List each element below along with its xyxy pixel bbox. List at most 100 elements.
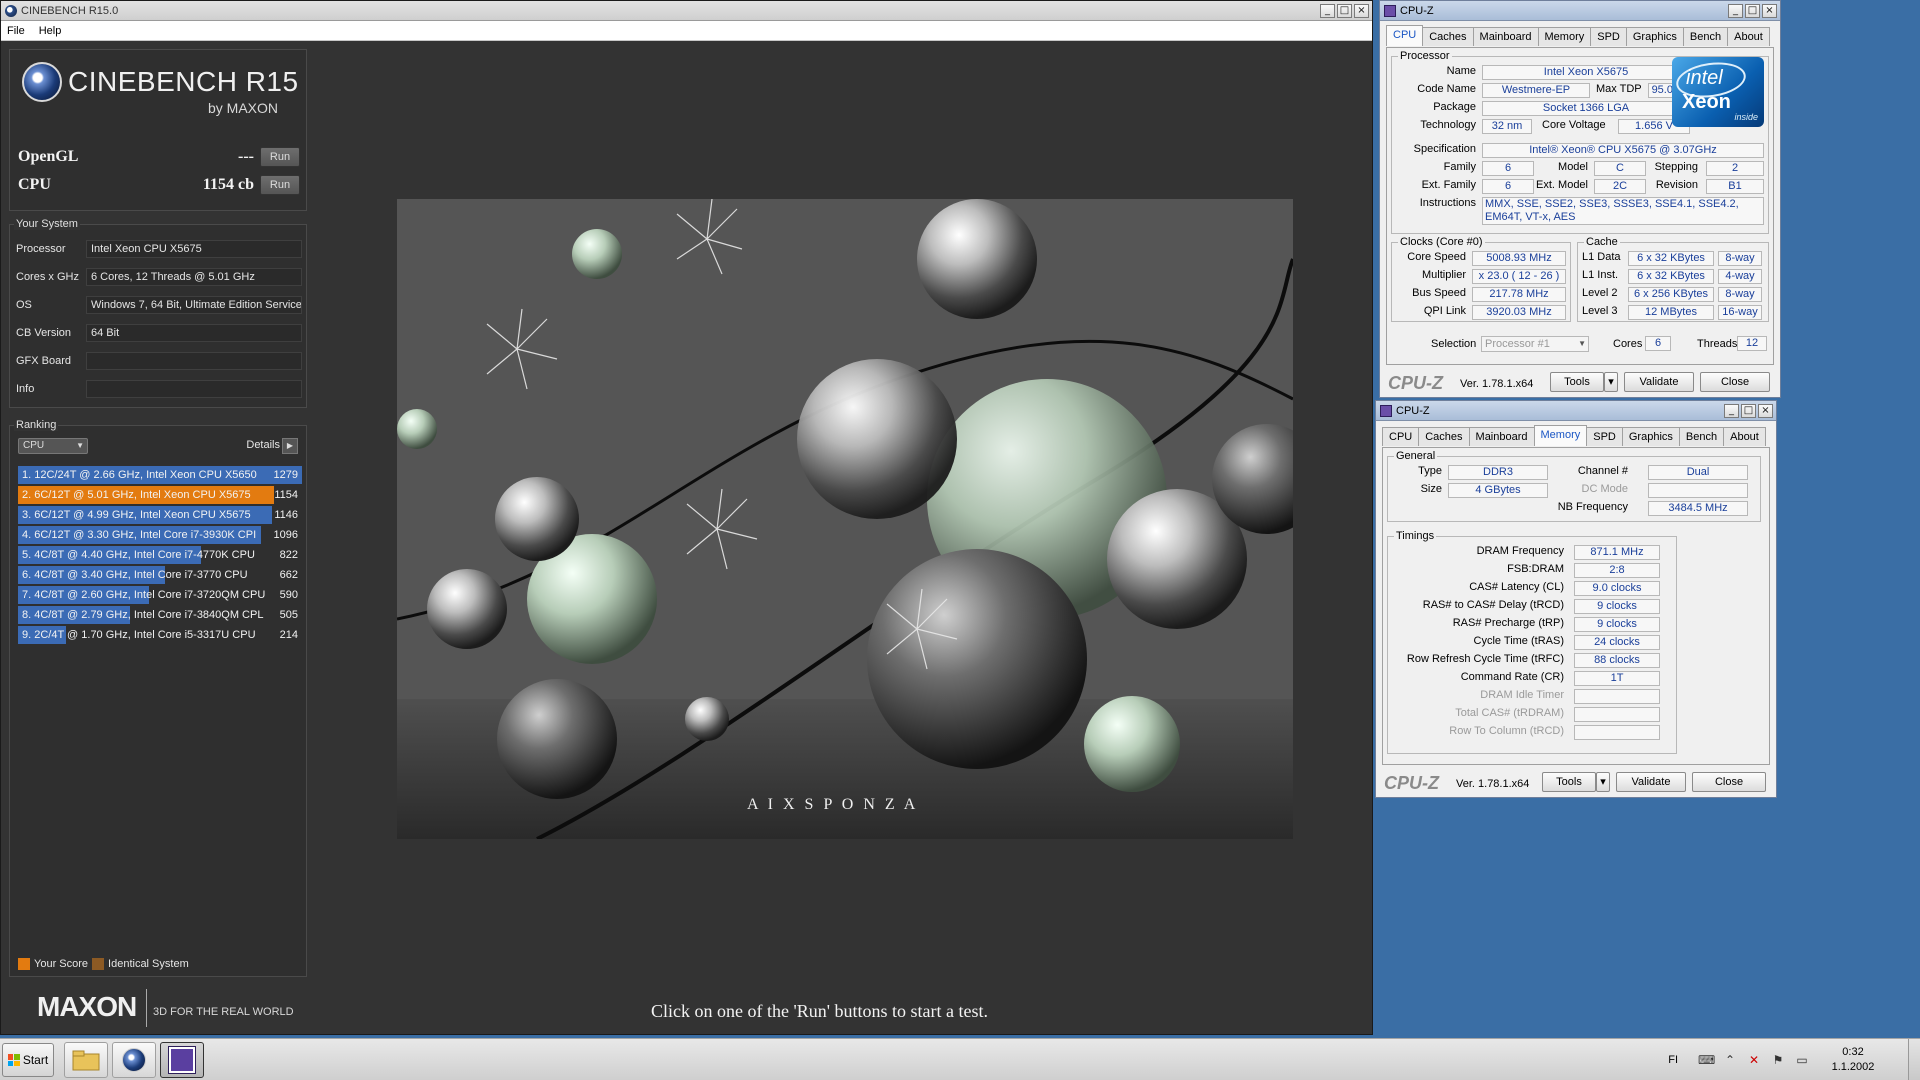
sys-value[interactable] <box>86 380 302 398</box>
run-cpu-button[interactable]: Run <box>260 175 300 195</box>
taskbar-cinebench[interactable] <box>112 1042 156 1078</box>
action-center-flag-icon[interactable]: ⚑ <box>1770 1053 1786 1067</box>
test-score: --- <box>238 148 254 165</box>
sys-row-cores: Cores x GHz 6 Cores, 12 Threads @ 5.01 G… <box>16 267 302 287</box>
type-label: Type <box>1418 465 1442 477</box>
sys-value <box>86 352 302 370</box>
minimize-button[interactable]: _ <box>1728 4 1743 18</box>
tools-button[interactable]: Tools <box>1542 772 1596 792</box>
cache-level-label: Level 2 <box>1582 287 1618 299</box>
timing-value <box>1574 725 1660 740</box>
tab-caches[interactable]: Caches <box>1418 427 1470 446</box>
network-disconnected-icon[interactable]: ✕ <box>1746 1053 1762 1067</box>
chevron-down-icon: ▼ <box>1578 339 1586 348</box>
tab-cpu[interactable]: CPU <box>1382 427 1420 446</box>
selection-label: Selection <box>1431 338 1477 350</box>
ranking-item[interactable]: 5. 4C/8T @ 4.40 GHz, Intel Core i7-4770K… <box>18 546 302 564</box>
tools-dropdown-button[interactable]: ▾ <box>1596 772 1610 792</box>
dc-mode-label: DC Mode <box>1581 483 1628 495</box>
maximize-button[interactable]: □ <box>1745 4 1760 18</box>
tools-dropdown-button[interactable]: ▾ <box>1604 372 1618 392</box>
start-button[interactable]: Start <box>2 1043 54 1077</box>
show-desktop-button[interactable] <box>1908 1039 1920 1080</box>
cache-level-label: Level 3 <box>1582 305 1618 317</box>
cpuz-app-icon <box>1380 404 1392 417</box>
chevron-down-icon: ▼ <box>76 441 84 450</box>
ranking-item[interactable]: 7. 4C/8T @ 2.60 GHz, Intel Core i7-3720Q… <box>18 586 302 604</box>
cache-group-title: Cache <box>1584 236 1620 248</box>
cpuz-version: Ver. 1.78.1.x64 <box>1460 378 1534 390</box>
close-button[interactable]: × <box>1354 4 1369 18</box>
processor-selection-select[interactable]: Processor #1 ▼ <box>1481 336 1589 352</box>
validate-button[interactable]: Validate <box>1616 772 1686 792</box>
ranking-item[interactable]: 9. 2C/4T @ 1.70 GHz, Intel Core i5-3317U… <box>18 626 302 644</box>
general-group: General Type DDR3 Size 4 GBytes Channel … <box>1387 450 1761 522</box>
display-icon[interactable]: ▭ <box>1794 1053 1810 1067</box>
ranking-item[interactable]: 4. 6C/12T @ 3.30 GHz, Intel Core i7-3930… <box>18 526 302 544</box>
threads-value: 12 <box>1737 336 1767 351</box>
tab-mainboard[interactable]: Mainboard <box>1472 27 1539 46</box>
validate-button[interactable]: Validate <box>1624 372 1694 392</box>
cinebench-sphere-icon <box>22 62 62 102</box>
tab-mainboard[interactable]: Mainboard <box>1468 427 1535 446</box>
tab-bench[interactable]: Bench <box>1678 427 1725 446</box>
sys-value: 6 Cores, 12 Threads @ 5.01 GHz <box>86 268 302 286</box>
core-speed-value: 5008.93 MHz <box>1472 251 1566 266</box>
menu-file[interactable]: File <box>7 25 25 37</box>
close-button[interactable]: × <box>1762 4 1777 18</box>
ranking-item[interactable]: 2. 6C/12T @ 5.01 GHz, Intel Xeon CPU X56… <box>18 486 302 504</box>
show-hidden-icons-icon[interactable]: ⌃ <box>1722 1053 1738 1067</box>
multiplier-value: x 23.0 ( 12 - 26 ) <box>1472 269 1566 284</box>
clock[interactable]: 0:32 1.1.2002 <box>1818 1045 1888 1075</box>
keyboard-icon[interactable]: ⌨ <box>1698 1053 1715 1067</box>
ext-family-value: 6 <box>1482 179 1534 194</box>
minimize-button[interactable]: _ <box>1320 4 1335 18</box>
ranking-item[interactable]: 6. 4C/8T @ 3.40 GHz, Intel Core i7-3770 … <box>18 566 302 584</box>
timing-value: 24 clocks <box>1574 635 1660 650</box>
timing-value: 9.0 clocks <box>1574 581 1660 596</box>
render-watermark: A I X S P O N Z A <box>747 796 918 813</box>
sys-label: Info <box>16 383 35 395</box>
cinebench-logo-text: CINEBENCH R15 <box>68 66 299 97</box>
tab-memory[interactable]: Memory <box>1537 27 1592 46</box>
language-indicator[interactable]: FI <box>1668 1054 1678 1066</box>
tab-memory[interactable]: Memory <box>1533 425 1588 446</box>
timing-value: 9 clocks <box>1574 599 1660 614</box>
ranking-item[interactable]: 1. 12C/24T @ 2.66 GHz, Intel Xeon CPU X5… <box>18 466 302 484</box>
ranking-label: 8. 4C/8T @ 2.79 GHz, Intel Core i7-3840Q… <box>22 609 264 621</box>
ranking-item[interactable]: 8. 4C/8T @ 2.79 GHz, Intel Core i7-3840Q… <box>18 606 302 624</box>
ranking-item[interactable]: 3. 6C/12T @ 4.99 GHz, Intel Xeon CPU X56… <box>18 506 302 524</box>
tab-about[interactable]: About <box>1723 427 1766 446</box>
cpuz-memory-titlebar[interactable]: CPU-Z _ □ × <box>1376 401 1776 421</box>
details-expand-button[interactable]: ▶ <box>282 438 298 454</box>
tab-bench[interactable]: Bench <box>1682 27 1729 46</box>
cpuz-cpu-titlebar[interactable]: CPU-Z _ □ × <box>1380 1 1780 21</box>
close-button[interactable]: × <box>1758 404 1773 418</box>
tools-button[interactable]: Tools <box>1550 372 1604 392</box>
folder-icon <box>72 1050 100 1071</box>
menu-help[interactable]: Help <box>39 25 62 37</box>
ext-family-label: Ext. Family <box>1421 179 1476 191</box>
tab-graphics[interactable]: Graphics <box>1621 427 1680 446</box>
close-button[interactable]: Close <box>1692 772 1766 792</box>
tab-about[interactable]: About <box>1727 27 1770 46</box>
processor-group-title: Processor <box>1398 50 1452 62</box>
tab-graphics[interactable]: Graphics <box>1625 27 1684 46</box>
close-button[interactable]: Close <box>1700 372 1770 392</box>
taskbar-cpuz[interactable] <box>160 1042 204 1078</box>
tab-cpu[interactable]: CPU <box>1386 25 1424 46</box>
ranking-type-select[interactable]: CPU ▼ <box>18 438 88 454</box>
maximize-button[interactable]: □ <box>1337 4 1352 18</box>
sys-row-info: Info <box>16 379 302 399</box>
maximize-button[interactable]: □ <box>1741 404 1756 418</box>
tab-spd[interactable]: SPD <box>1586 427 1623 446</box>
family-value: 6 <box>1482 161 1534 176</box>
tab-spd[interactable]: SPD <box>1590 27 1627 46</box>
your-system-title: Your System <box>14 218 80 230</box>
test-score: 1154 cb <box>202 176 254 193</box>
run-opengl-button[interactable]: Run <box>260 147 300 167</box>
cinebench-titlebar[interactable]: CINEBENCH R15.0 _ □ × <box>1 1 1372 21</box>
taskbar-explorer[interactable] <box>64 1042 108 1078</box>
tab-caches[interactable]: Caches <box>1422 27 1474 46</box>
minimize-button[interactable]: _ <box>1724 404 1739 418</box>
